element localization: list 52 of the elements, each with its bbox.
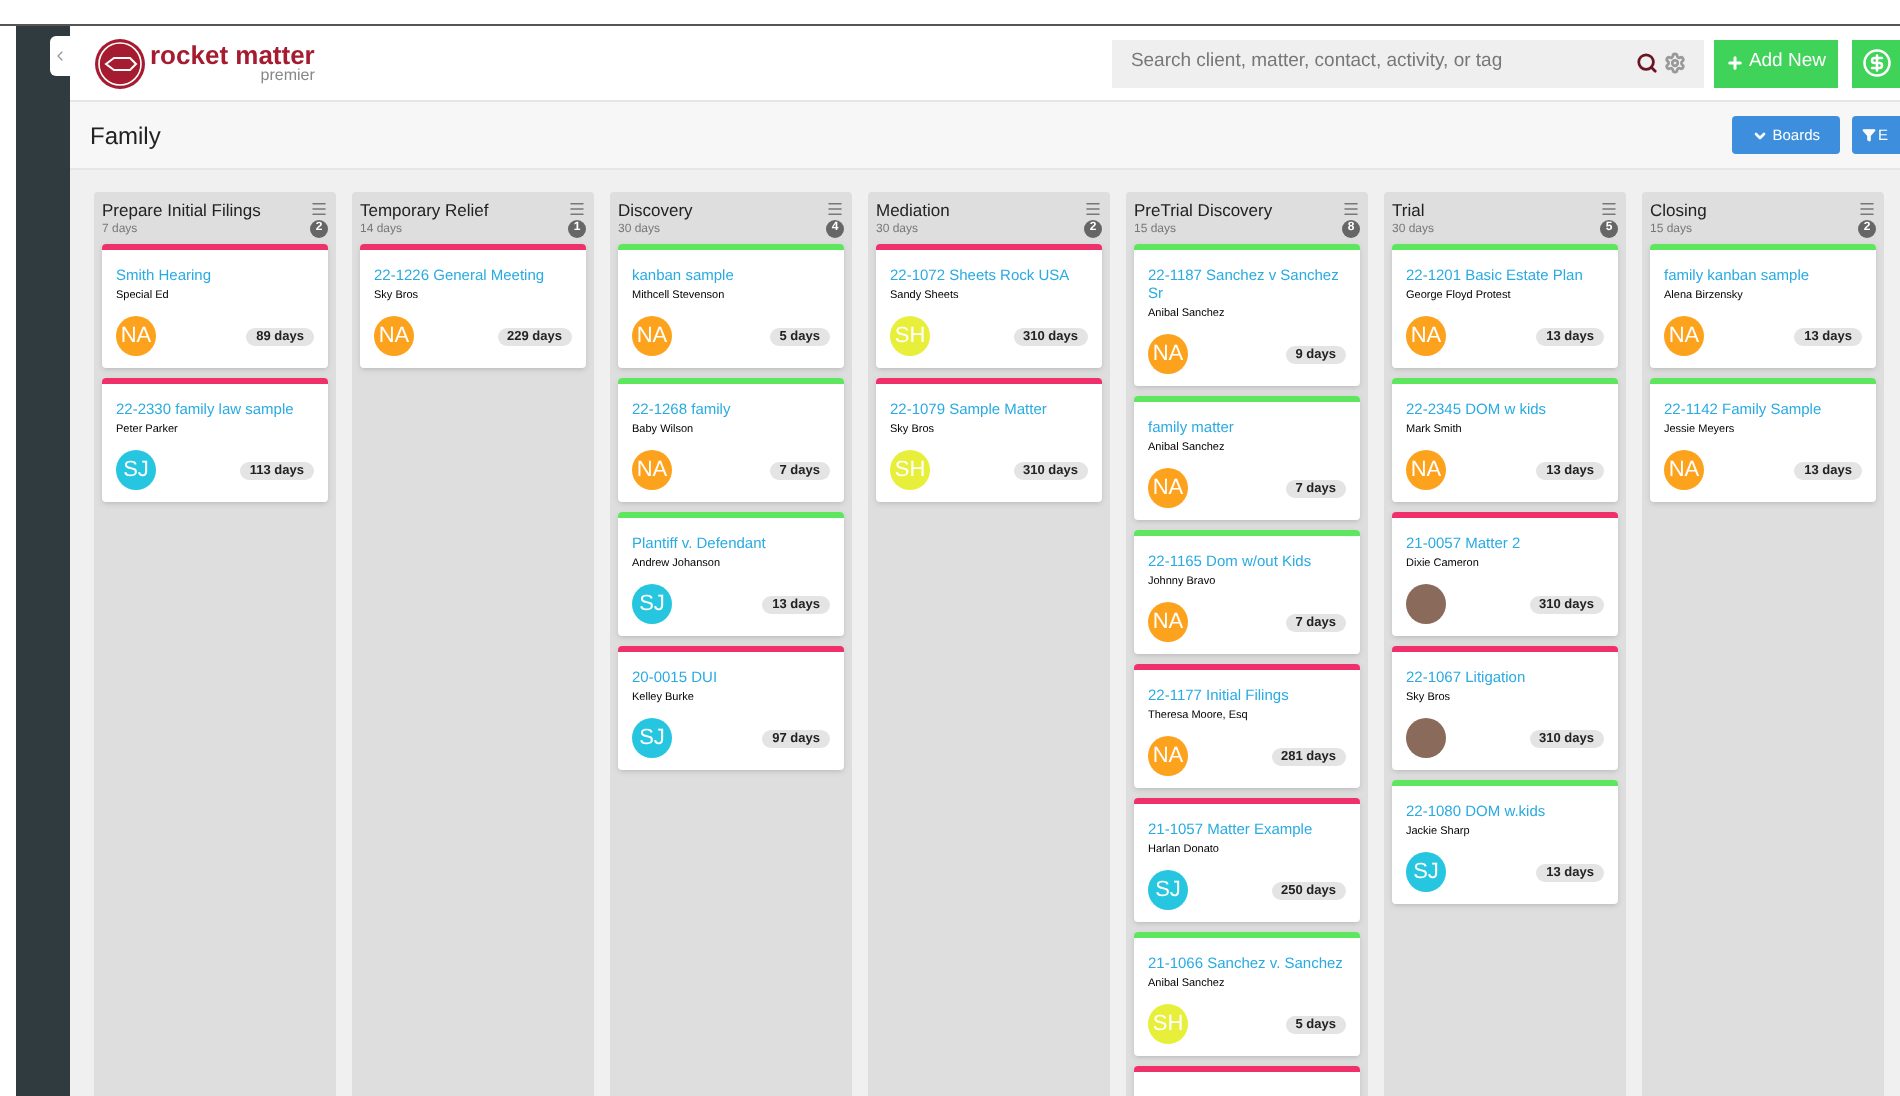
avatar-initials: NA bbox=[632, 450, 672, 490]
avatar-initials: NA bbox=[1406, 316, 1446, 356]
menu-icon[interactable] bbox=[1600, 200, 1618, 218]
column-title: Trial bbox=[1392, 200, 1427, 222]
avatar-initials: SJ bbox=[1406, 852, 1446, 892]
chevron-left-icon bbox=[52, 48, 68, 64]
menu-icon[interactable] bbox=[568, 200, 586, 218]
plus-icon bbox=[1726, 54, 1745, 72]
menu-icon[interactable] bbox=[1342, 200, 1360, 218]
avatar-initials: SH bbox=[1148, 1004, 1188, 1044]
column-title: Temporary Relief bbox=[360, 200, 489, 222]
search-icon[interactable] bbox=[1636, 52, 1659, 74]
search-bar[interactable]: Search client, matter, contact, activity, or tag bbox=[1112, 39, 1705, 87]
avatar-initials: NA bbox=[116, 316, 156, 356]
avatar-initials: NA bbox=[374, 316, 414, 356]
column-title: Closing bbox=[1650, 200, 1707, 222]
dollar-icon bbox=[1861, 48, 1891, 78]
avatar-initials: SJ bbox=[632, 584, 672, 624]
column-title: Prepare Initial Filings bbox=[102, 200, 261, 222]
avatar-initials: NA bbox=[1148, 468, 1188, 508]
matter-card[interactable] bbox=[1134, 1066, 1360, 1096]
avatar-initials: NA bbox=[1148, 334, 1188, 374]
avatar-initials: SH bbox=[890, 316, 930, 356]
column-title: Discovery bbox=[618, 200, 693, 222]
collapse-button[interactable] bbox=[50, 36, 70, 76]
billing-button[interactable] bbox=[1852, 39, 1900, 87]
avatar-initials: NA bbox=[1148, 602, 1188, 642]
avatar-initials: SJ bbox=[116, 450, 156, 490]
add-new-button[interactable]: Add New bbox=[1714, 39, 1838, 87]
avatar-placeholder bbox=[1406, 584, 1446, 624]
menu-icon[interactable] bbox=[826, 200, 844, 218]
chevron-down-icon bbox=[1752, 127, 1769, 143]
avatar-initials: SJ bbox=[632, 718, 672, 758]
avatar-initials: SJ bbox=[1148, 870, 1188, 910]
column-title: Mediation bbox=[876, 200, 950, 222]
avatar-initials: SH bbox=[890, 450, 930, 490]
rocket-logo-icon bbox=[94, 37, 146, 89]
menu-icon[interactable] bbox=[1858, 200, 1876, 218]
avatar-placeholder bbox=[1406, 718, 1446, 758]
avatar-initials: NA bbox=[1664, 450, 1704, 490]
menu-icon[interactable] bbox=[310, 200, 328, 218]
avatar-initials: NA bbox=[1664, 316, 1704, 356]
avatar-initials: NA bbox=[1406, 450, 1446, 490]
avatar-initials: NA bbox=[632, 316, 672, 356]
filter-icon bbox=[1862, 128, 1876, 142]
column-title: PreTrial Discovery bbox=[1134, 200, 1273, 222]
logo-subtitle: premier bbox=[260, 68, 315, 84]
logo-name: rocket matter bbox=[150, 42, 315, 68]
menu-icon[interactable] bbox=[1084, 200, 1102, 218]
avatar-initials: NA bbox=[1148, 736, 1188, 776]
page-title: Family bbox=[90, 119, 161, 153]
search-field[interactable]: Search client, matter, contact, activity, or tag bbox=[1130, 48, 1631, 78]
